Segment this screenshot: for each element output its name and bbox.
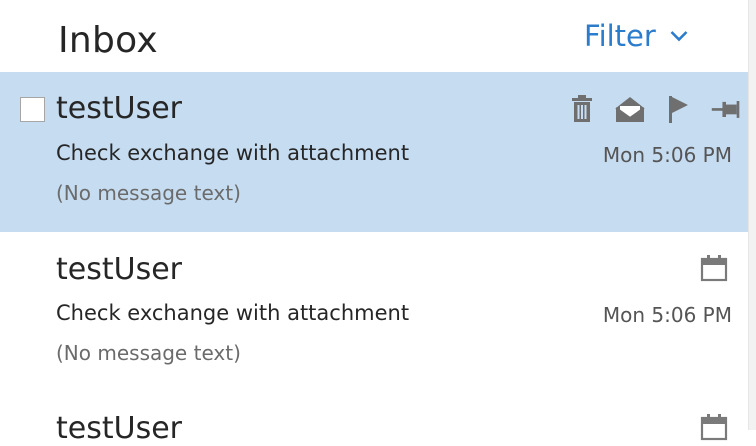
message-preview: (No message text) [56, 341, 241, 365]
message-time: Mon 5:06 PM [602, 143, 732, 167]
flag-icon[interactable] [662, 92, 694, 126]
filter-label: Filter [584, 19, 656, 53]
message-sender: testUser [56, 91, 182, 126]
mark-read-icon[interactable] [614, 92, 646, 126]
message-sender: testUser [56, 411, 182, 446]
scrollbar[interactable] [748, 0, 756, 430]
message-actions [566, 92, 742, 126]
message-sender: testUser [56, 252, 182, 287]
pin-icon[interactable] [710, 92, 742, 126]
filter-button[interactable]: Filter [584, 16, 688, 56]
message-subject: Check exchange with attachment [56, 301, 410, 325]
select-checkbox[interactable] [20, 97, 45, 122]
chevron-down-icon [670, 30, 688, 42]
message-subject: Check exchange with attachment [56, 141, 410, 165]
trash-icon[interactable] [566, 92, 598, 126]
message-preview: (No message text) [56, 181, 241, 205]
calendar-icon [700, 413, 728, 441]
page-title: Inbox [58, 20, 159, 61]
message-time: Mon 5:06 PM [602, 303, 732, 327]
inbox-header: Inbox Filter [0, 0, 756, 72]
calendar-icon [700, 254, 728, 282]
